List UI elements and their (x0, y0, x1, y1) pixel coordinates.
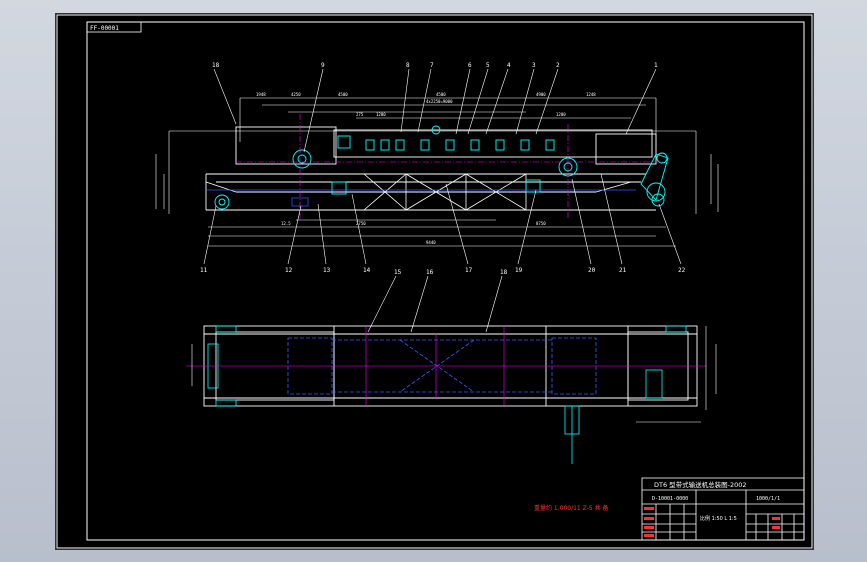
balloon: 15 (394, 269, 402, 276)
balloon: 18 (500, 269, 508, 276)
title-main: DT6 型带式输送机总装图-2002 (654, 480, 747, 489)
elevation-dim-text: 1948 4250 4500 4500 4900 1248 4x2250=900… (256, 92, 596, 245)
sheet-outer-frame (56, 14, 813, 549)
plan-view: 15 16 18 (186, 269, 717, 464)
balloon: 17 (465, 267, 473, 274)
sheet-code: FF-00001 (90, 25, 119, 32)
drawing-canvas: FF-00001 1948 4250 4500 4500 4900 1248 4… (56, 14, 813, 549)
plan-parts (207, 325, 687, 464)
balloon: 20 (588, 267, 596, 274)
balloon: 7 (430, 62, 434, 69)
balloon: 11 (200, 267, 208, 274)
balloon: 6 (468, 62, 472, 69)
elevation-dimensions (155, 97, 719, 247)
balloon: 21 (619, 267, 627, 274)
balloon: 5 (486, 62, 490, 69)
sheet-number: 1000/1/1 (756, 496, 780, 502)
svg-text:275: 275 (356, 112, 364, 117)
balloon: 2 (556, 62, 560, 69)
balloon: 12 (285, 267, 293, 274)
weight-note: 重量约 1.000/11 Z-5 共 备 (534, 504, 608, 512)
svg-text:1248: 1248 (586, 92, 596, 97)
balloon: 22 (678, 267, 686, 274)
svg-text:4500: 4500 (436, 92, 446, 97)
svg-text:1948: 1948 (256, 92, 266, 97)
balloon: 1 (654, 62, 658, 69)
sheet-code-box: FF-00001 (86, 21, 142, 33)
conveyor-frame (205, 126, 657, 211)
svg-text:12.5: 12.5 (281, 221, 291, 226)
elevation-balloons-bottom: 11 12 13 14 17 19 20 21 22 (200, 267, 686, 274)
balloon: 4 (507, 62, 511, 69)
scale-note: 比例 1:50 L 1:5 (700, 515, 737, 522)
balloon: 9 (321, 62, 325, 69)
svg-text:4900: 4900 (536, 92, 546, 97)
balloon: 16 (426, 269, 434, 276)
title-block: DT6 型带式输送机总装图-2002 D-10001-0000 1000/1/1… (641, 477, 805, 541)
balloon: 18 (212, 62, 220, 69)
svg-text:1200: 1200 (376, 112, 386, 117)
svg-text:1200: 1200 (556, 112, 566, 117)
svg-text:4250: 4250 (291, 92, 301, 97)
elevation-balloons-top: 18 9 8 7 6 5 4 3 2 1 (212, 62, 658, 69)
plan-balloons: 15 16 18 (394, 269, 508, 276)
balloon: 8 (406, 62, 410, 69)
plan-leaders (367, 275, 503, 333)
elevation-view: 1948 4250 4500 4500 4900 1248 4x2250=900… (155, 62, 719, 274)
balloon: 19 (515, 267, 523, 274)
svg-text:4x2250=9000: 4x2250=9000 (426, 99, 453, 104)
balloon: 14 (363, 267, 371, 274)
balloon: 3 (532, 62, 536, 69)
drawing-number: D-10001-0000 (652, 496, 688, 502)
cad-viewport[interactable]: FF-00001 1948 4250 4500 4500 4900 1248 4… (55, 13, 814, 550)
svg-text:8750: 8750 (536, 221, 546, 226)
svg-text:9440: 9440 (426, 240, 436, 245)
svg-text:4500: 4500 (338, 92, 348, 97)
title-block-red-fields (644, 507, 780, 537)
balloon: 13 (323, 267, 331, 274)
idler-rollers (214, 125, 669, 210)
